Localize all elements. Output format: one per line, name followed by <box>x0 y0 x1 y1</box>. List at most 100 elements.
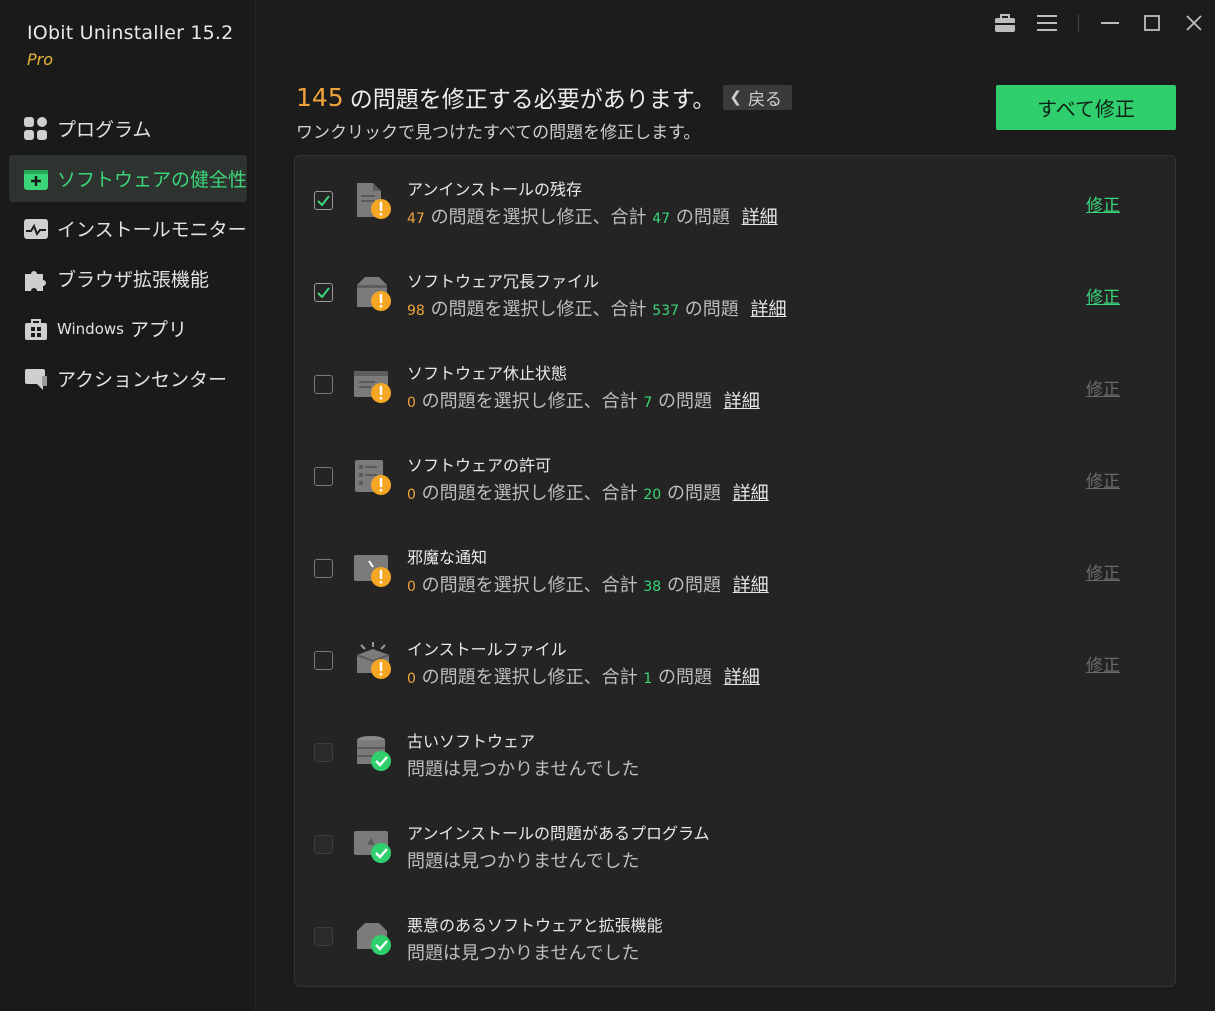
back-button-label: 戻る <box>748 89 782 110</box>
details-link[interactable]: 詳細 <box>742 207 778 228</box>
row-checkbox[interactable] <box>314 283 333 302</box>
row-checkbox[interactable] <box>314 651 333 670</box>
row-text: インストールファイル 0 の問題を選択し修正、合計 1 の問題 詳細 <box>407 636 760 689</box>
hamburger-menu-icon <box>1037 15 1057 31</box>
back-button[interactable]: ❮ 戻る <box>723 84 792 110</box>
close-button[interactable] <box>1173 0 1215 46</box>
total-count: 537 <box>652 303 680 319</box>
health-kit-icon <box>23 166 49 192</box>
checkmark-icon <box>317 287 330 298</box>
sidebar-item-action-center[interactable]: アクションセンター <box>9 355 247 402</box>
selected-count: 47 <box>407 211 425 227</box>
chevron-left-icon: ❮ <box>729 88 742 106</box>
minimize-button[interactable] <box>1089 0 1131 46</box>
issue-row-redundant-files: ソフトウェア冗長ファイル 98 の問題を選択し修正、合計 537 の問題 詳細 … <box>295 248 1175 340</box>
sidebar-item-software-health[interactable]: ソフトウェアの健全性 <box>9 155 247 202</box>
selected-count: 0 <box>407 579 416 595</box>
notification-warning-icon <box>351 547 395 591</box>
row-checkbox[interactable] <box>314 375 333 394</box>
row-text: ソフトウェア休止状態 0 の問題を選択し修正、合計 7 の問題 詳細 <box>407 360 760 413</box>
minimize-icon <box>1101 22 1119 24</box>
issue-row-outdated-software: 古いソフトウェア 問題は見つかりませんでした <box>295 708 1175 800</box>
fix-link[interactable]: 修正 <box>1086 651 1120 676</box>
issue-row-install-files: インストールファイル 0 の問題を選択し修正、合計 1 の問題 詳細 修正 <box>295 616 1175 708</box>
edition-badge: Pro <box>27 50 54 69</box>
sidebar-item-label: ソフトウェアの健全性 <box>57 169 248 191</box>
row-checkbox[interactable] <box>314 467 333 486</box>
fix-link[interactable]: 修正 <box>1086 191 1120 216</box>
fix-link[interactable]: 修正 <box>1086 467 1120 492</box>
total-count: 38 <box>643 579 662 595</box>
row-checkbox[interactable] <box>314 191 333 210</box>
fix-link[interactable]: 修正 <box>1086 559 1120 584</box>
issue-row-software-hibernation: ソフトウェア休止状態 0 の問題を選択し修正、合計 7 の問題 詳細 修正 <box>295 340 1175 432</box>
fix-link[interactable]: 修正 <box>1086 375 1120 400</box>
row-description: 0 の問題を選択し修正、合計 38 の問題 詳細 <box>407 571 769 597</box>
issue-row-software-permissions: ソフトウェアの許可 0 の問題を選択し修正、合計 20 の問題 詳細 修正 <box>295 432 1175 524</box>
row-checkbox <box>314 927 333 946</box>
total-count: 20 <box>643 487 662 503</box>
row-title: インストールファイル <box>407 640 567 659</box>
sidebar-item-label: アプリ <box>129 319 187 341</box>
toolbox-button[interactable] <box>984 0 1026 46</box>
fix-all-button[interactable]: すべて修正 <box>996 85 1176 130</box>
menu-button[interactable] <box>1026 0 1068 46</box>
desc-end: の問題 <box>684 299 739 320</box>
fix-link[interactable]: 修正 <box>1086 283 1120 308</box>
sidebar-item-windows-apps[interactable]: Windows アプリ <box>9 305 247 352</box>
row-checkbox <box>314 743 333 762</box>
details-link[interactable]: 詳細 <box>724 667 760 688</box>
row-checkbox[interactable] <box>314 559 333 578</box>
windows-store-icon <box>23 316 49 342</box>
maximize-button[interactable] <box>1131 0 1173 46</box>
row-text: アンインストールの残存 47 の問題を選択し修正、合計 47 の問題 詳細 <box>407 176 778 229</box>
sidebar-item-label: ブラウザ拡張機能 <box>57 269 210 291</box>
row-text: ソフトウェア冗長ファイル 98 の問題を選択し修正、合計 537 の問題 詳細 <box>407 268 787 321</box>
row-title: 悪意のあるソフトウェアと拡張機能 <box>407 916 663 935</box>
title-bar-controls <box>984 0 1215 46</box>
selected-count: 0 <box>407 487 416 503</box>
row-title: アンインストールの問題があるプログラム <box>407 824 710 843</box>
malware-ok-icon <box>351 915 395 959</box>
redundant-files-warning-icon <box>351 271 395 315</box>
sidebar-item-label-prefix: Windows <box>57 319 124 338</box>
details-link[interactable]: 詳細 <box>733 483 769 504</box>
sidebar-item-label: プログラム <box>57 119 152 141</box>
desc-end: の問題 <box>675 207 730 228</box>
row-title: ソフトウェアの許可 <box>407 456 552 475</box>
app-window: IObit Uninstaller 15.2 Pro プログラム ソフトウェアの… <box>0 0 1215 1011</box>
issue-count: 145 <box>296 82 344 112</box>
problem-program-ok-icon <box>351 823 395 867</box>
row-title: 古いソフトウェア <box>407 732 536 751</box>
desc-mid: の問題を選択し修正、合計 <box>421 391 638 412</box>
hibernation-warning-icon <box>351 363 395 407</box>
details-link[interactable]: 詳細 <box>751 299 787 320</box>
issues-panel: アンインストールの残存 47 の問題を選択し修正、合計 47 の問題 詳細 修正… <box>294 155 1176 987</box>
sidebar-item-programs[interactable]: プログラム <box>9 105 247 152</box>
leftover-file-warning-icon <box>351 179 395 223</box>
brand: IObit Uninstaller 15.2 Pro <box>27 22 233 69</box>
selected-count: 0 <box>407 395 416 411</box>
close-icon <box>1186 15 1202 31</box>
selected-count: 98 <box>407 303 425 319</box>
desc-mid: の問題を選択し修正、合計 <box>430 299 647 320</box>
desc-mid: の問題を選択し修正、合計 <box>421 667 638 688</box>
desc-mid: の問題を選択し修正、合計 <box>430 207 647 228</box>
desc-mid: の問題を選択し修正、合計 <box>421 575 638 596</box>
details-link[interactable]: 詳細 <box>733 575 769 596</box>
row-title: ソフトウェア冗長ファイル <box>407 272 600 291</box>
row-description: 0 の問題を選択し修正、合計 7 の問題 詳細 <box>407 387 760 413</box>
permissions-warning-icon <box>351 455 395 499</box>
install-package-warning-icon <box>351 639 395 683</box>
apps-grid-icon <box>23 116 49 142</box>
desc-end: の問題 <box>658 667 713 688</box>
details-link[interactable]: 詳細 <box>724 391 760 412</box>
row-title: 邪魔な通知 <box>407 548 488 567</box>
sidebar-item-install-monitor[interactable]: インストールモニター <box>9 205 247 252</box>
row-checkbox <box>314 835 333 854</box>
sidebar-item-browser-extensions[interactable]: ブラウザ拡張機能 <box>9 255 247 302</box>
maximize-icon <box>1144 15 1160 31</box>
total-count: 1 <box>643 671 653 687</box>
desc-end: の問題 <box>666 575 721 596</box>
row-no-issues: 問題は見つかりませんでした <box>407 943 640 964</box>
